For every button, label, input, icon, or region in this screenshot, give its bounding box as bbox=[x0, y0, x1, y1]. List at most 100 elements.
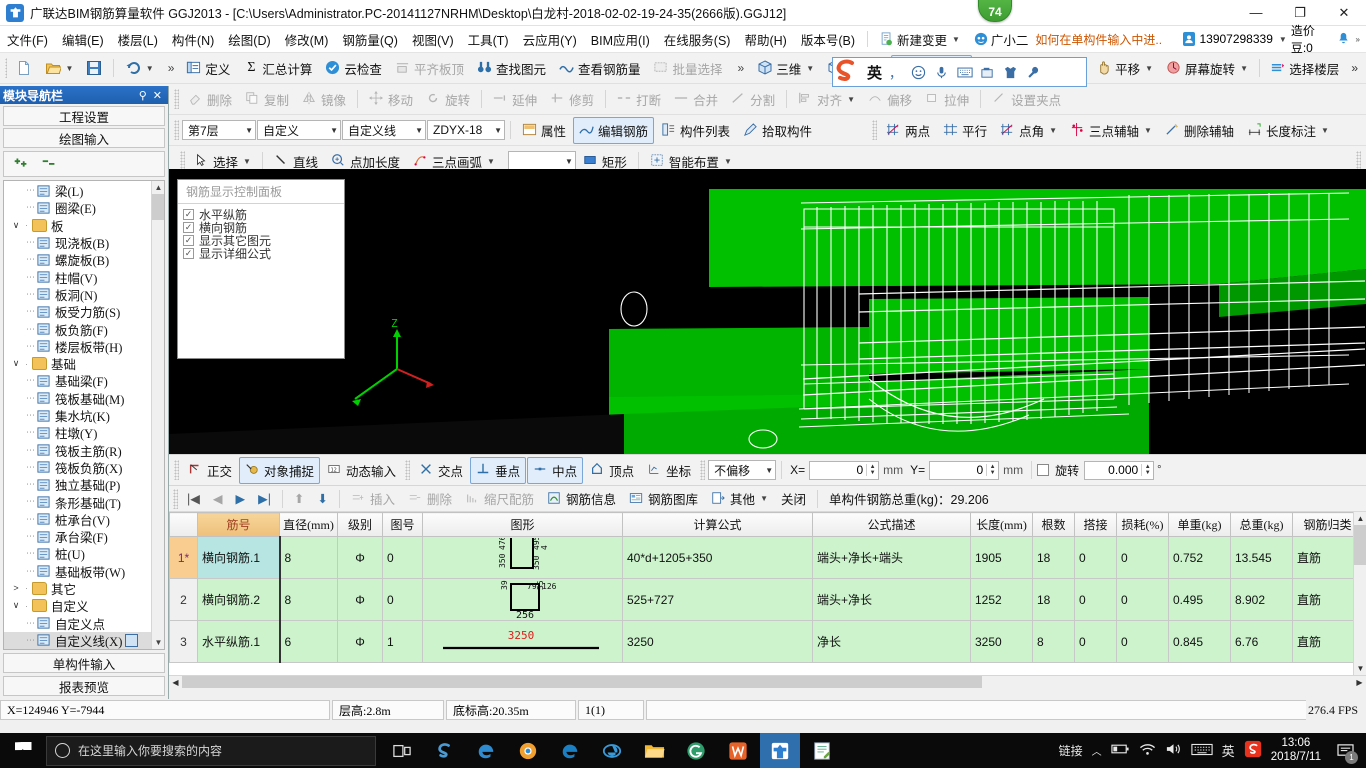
select-floor-button[interactable]: 选择楼层 bbox=[1264, 55, 1345, 82]
cell-shape[interactable]: 476 350 495 4 350 bbox=[422, 535, 623, 579]
tree-item-楼层板带h[interactable]: ⋯ 楼层板带(H) bbox=[4, 338, 151, 355]
rebar-table[interactable]: 筋号 直径(mm) 级别 图号 图形 计算公式 公式描述 长度(mm) 根数 搭接 损耗(%) 单重(… bbox=[169, 512, 1366, 675]
delete-axis-button[interactable]: 删除辅轴 bbox=[1159, 117, 1240, 144]
cell-grade[interactable]: Φ bbox=[337, 578, 383, 621]
menu-item-draw[interactable]: 绘图(D) bbox=[221, 26, 277, 53]
offset-mode-combo[interactable]: 不偏移 ▼ bbox=[708, 460, 777, 480]
edit-rebar-button[interactable]: 编辑钢筋 bbox=[573, 116, 655, 144]
file-explorer-icon[interactable] bbox=[634, 733, 674, 768]
column-header-loss[interactable]: 损耗(%) bbox=[1116, 512, 1169, 537]
cell-rownum[interactable]: 1* bbox=[169, 536, 198, 579]
cell-grade[interactable]: Φ bbox=[337, 536, 383, 579]
snap-perpendicular-button[interactable]: 垂点 bbox=[470, 456, 527, 484]
cell-desc[interactable]: 净长 bbox=[812, 620, 971, 663]
view-rebar-qty-button[interactable]: 查看钢筋量 bbox=[553, 55, 647, 82]
spin-down-icon[interactable]: ▼ bbox=[987, 470, 998, 476]
active-app-icon[interactable] bbox=[760, 733, 800, 768]
cell-loss[interactable]: 0 bbox=[1116, 578, 1169, 621]
cell-diameter[interactable]: 8 bbox=[279, 578, 338, 621]
toolbar-grip[interactable] bbox=[405, 460, 411, 480]
toolbar-grip[interactable] bbox=[5, 58, 7, 78]
scroll-up-icon[interactable]: ▲ bbox=[152, 181, 164, 194]
ime-punctuation-icon[interactable]: ， bbox=[886, 63, 905, 82]
summary-calc-button[interactable]: Σ 汇总计算 bbox=[237, 55, 318, 82]
snap-intersection-button[interactable]: 交点 bbox=[413, 457, 469, 484]
save-file-button[interactable] bbox=[80, 56, 108, 80]
spin-down-icon[interactable]: ▼ bbox=[867, 470, 878, 476]
sidebar-button-project-settings[interactable]: 工程设置 bbox=[3, 106, 165, 126]
cell-unitweight[interactable]: 0.845 bbox=[1168, 620, 1231, 663]
chevron-down-icon[interactable]: ▼ bbox=[1321, 126, 1329, 135]
cell-length[interactable]: 3250 bbox=[970, 620, 1033, 663]
toolbar-grip[interactable] bbox=[872, 120, 878, 140]
tree-item-柱墩y[interactable]: ⋯ 柱墩(Y) bbox=[4, 424, 151, 441]
batch-select-button[interactable]: 批量选择 bbox=[647, 55, 728, 82]
toolbar-overflow-right[interactable]: » bbox=[1346, 61, 1363, 75]
table-vertical-scrollbar[interactable]: ▲ ▼ bbox=[1353, 512, 1366, 675]
checkbox-icon[interactable]: ✓ bbox=[183, 248, 194, 259]
ime-lang-label[interactable]: 英 bbox=[867, 62, 882, 83]
cell-count[interactable]: 18 bbox=[1032, 536, 1075, 579]
toolbar-grip[interactable] bbox=[1356, 151, 1361, 171]
component-name-combo[interactable]: ZDYX-18 ▼ bbox=[427, 120, 505, 140]
y-offset-spinner[interactable]: ▲▼ bbox=[929, 460, 1000, 480]
chevron-down-icon[interactable]: ▼ bbox=[66, 64, 74, 73]
cell-lap[interactable]: 0 bbox=[1074, 578, 1117, 621]
menu-item-bim[interactable]: BIM应用(I) bbox=[584, 26, 657, 53]
ime-keyboard-icon[interactable] bbox=[955, 63, 974, 82]
stretch-button[interactable]: 拉伸 bbox=[919, 86, 975, 113]
object-snap-button[interactable]: 对象捕捉 bbox=[239, 456, 321, 484]
cell-jinhao[interactable]: 横向钢筋.2 bbox=[197, 578, 281, 621]
nav-first-button[interactable]: |◀ bbox=[181, 487, 206, 510]
snap-midpoint-button[interactable]: 中点 bbox=[527, 456, 584, 484]
tree-item-基础[interactable]: ∨ · 基础 bbox=[4, 355, 151, 372]
cell-length[interactable]: 1905 bbox=[970, 536, 1033, 579]
offset-button[interactable]: 偏移 bbox=[862, 86, 918, 113]
guangxiaoer-button[interactable]: 广小二 bbox=[967, 26, 1036, 53]
find-element-button[interactable]: 查找图元 bbox=[471, 55, 552, 82]
cell-diameter[interactable]: 8 bbox=[279, 536, 338, 579]
cell-tuhao[interactable]: 1 bbox=[382, 620, 423, 663]
parallel-axis-button[interactable]: 平行 bbox=[937, 117, 993, 144]
tree-scrollbar[interactable]: ▲ ▼ bbox=[151, 181, 164, 649]
cell-formula[interactable]: 40*d+1205+350 bbox=[622, 536, 813, 579]
volume-icon[interactable] bbox=[1165, 742, 1182, 759]
menu-item-cloud[interactable]: 云应用(Y) bbox=[516, 26, 584, 53]
undo-button[interactable]: ▼ bbox=[119, 56, 160, 80]
table-row[interactable]: 3水平纵筋.16Φ132503250净长32508000.8456.76直筋绑扎 bbox=[169, 620, 1366, 663]
cell-jinhao[interactable]: 横向钢筋.1 bbox=[197, 536, 281, 579]
table-row[interactable]: 1* 横向钢筋.1 8 Φ 0 476 350 495 4 350 40*d+1205+350 端头+… bbox=[169, 535, 1366, 579]
edge-icon[interactable] bbox=[550, 733, 590, 768]
properties-button[interactable]: 属性 bbox=[516, 117, 572, 144]
trim-button[interactable]: 修剪 bbox=[544, 86, 600, 113]
ime-lang-indicator[interactable]: 英 bbox=[1222, 741, 1235, 760]
cell-loss[interactable]: 0 bbox=[1116, 620, 1169, 663]
rotate-button[interactable]: 旋转 bbox=[420, 86, 476, 113]
chevron-down-icon[interactable]: ▼ bbox=[243, 157, 251, 166]
scroll-thumb[interactable] bbox=[152, 194, 164, 220]
dynamic-input-button[interactable]: 12 动态输入 bbox=[321, 457, 402, 484]
cell-totalweight[interactable]: 6.76 bbox=[1230, 620, 1293, 663]
hint-text[interactable]: 如何在单构件输入中进.. bbox=[1035, 31, 1162, 48]
table-row[interactable]: 2 横向钢筋.2 8 Φ 0 390 79 126 356 256 525+727 端头+净长 1252… bbox=[169, 575, 1366, 621]
checkbox-icon[interactable]: ✓ bbox=[183, 235, 194, 246]
sidebar-button-single-component-input[interactable]: 单构件输入 bbox=[3, 653, 165, 673]
column-header-rownum[interactable] bbox=[169, 512, 198, 537]
keyboard-icon[interactable] bbox=[1191, 743, 1213, 759]
column-header-count[interactable]: 根数 bbox=[1032, 512, 1075, 537]
sogou-app-icon[interactable] bbox=[424, 733, 464, 768]
nav-prev-button[interactable]: ◀ bbox=[207, 487, 229, 510]
point-angle-axis-button[interactable]: 点角 ▼ bbox=[994, 117, 1063, 144]
spin-down-icon[interactable]: ▼ bbox=[1142, 470, 1153, 476]
tree-item-螺旋板b[interactable]: ⋯ 螺旋板(B) bbox=[4, 251, 151, 268]
tree-item-自定义面[interactable]: ⋯自定义面 bbox=[4, 649, 151, 650]
toolbar-grip[interactable] bbox=[174, 120, 179, 140]
x-offset-spinner[interactable]: ▲▼ bbox=[809, 460, 880, 480]
break-button[interactable]: 打断 bbox=[611, 86, 667, 113]
cell-rownum[interactable]: 2 bbox=[169, 578, 198, 621]
menu-item-floor[interactable]: 楼层(L) bbox=[111, 26, 165, 53]
chevron-down-icon[interactable]: ∨ bbox=[10, 358, 22, 369]
menu-item-rebar[interactable]: 钢筋量(Q) bbox=[335, 26, 405, 53]
sidebar-button-draw-input[interactable]: 绘图输入 bbox=[3, 128, 165, 148]
3d-viewport[interactable]: Z 钢筋显示控制面板 ✓ 水平纵筋 ✓ 横向钢筋 ✓ 显示其它图元 ✓ 显示详细公式 bbox=[169, 169, 1366, 454]
